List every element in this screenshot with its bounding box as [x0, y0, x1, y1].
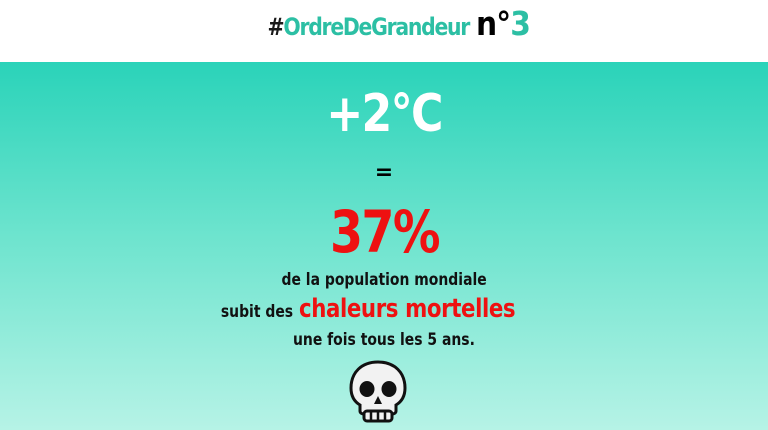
series-number: n°3	[475, 4, 531, 43]
infographic-panel: +2°C = 37% de la population mondiale sub…	[0, 62, 768, 430]
header-title: #OrdreDeGrandeur n°3	[0, 4, 768, 43]
equals-sign: =	[374, 160, 394, 185]
number-value: 3	[509, 4, 531, 43]
line1-text: de la population mondiale	[281, 270, 487, 290]
temperature-value: +2°C	[326, 84, 443, 144]
line3-text: une fois tous les 5 ans.	[293, 330, 475, 350]
hashtag-text: OrdreDeGrandeur	[283, 13, 471, 41]
percentage-value: 37%	[329, 198, 441, 266]
percentage-headline: 37%	[0, 198, 768, 266]
temperature-headline: +2°C	[0, 84, 768, 144]
population-text: de la population mondiale	[0, 270, 768, 290]
deadly-heat-text: subit des chaleurs mortelles	[0, 294, 768, 324]
frequency-text: une fois tous les 5 ans.	[0, 330, 768, 350]
line2-highlight: chaleurs mortelles	[299, 294, 516, 324]
hash-symbol: #	[267, 13, 285, 41]
line2-prefix: subit des	[221, 302, 294, 322]
header-bar: #OrdreDeGrandeur n°3	[0, 0, 768, 62]
hashtag-label: #OrdreDeGrandeur	[267, 13, 471, 41]
skull-icon	[346, 359, 410, 423]
number-prefix: n°	[475, 4, 511, 43]
